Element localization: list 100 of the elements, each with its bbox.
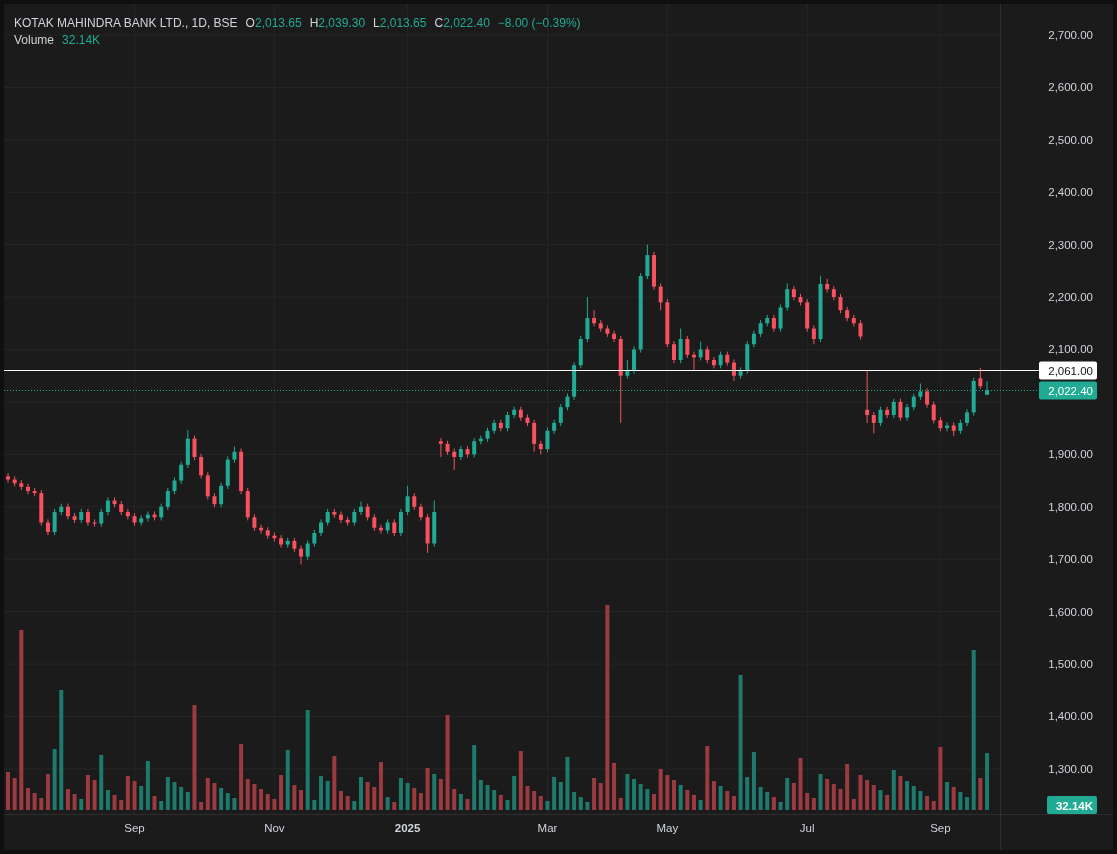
candlestick [359, 501, 363, 516]
candlestick [438, 437, 443, 458]
candlestick [319, 518, 323, 537]
candlestick [878, 406, 883, 427]
ref-line-label: 2,061.00 [1048, 365, 1093, 377]
candlestick [332, 508, 337, 519]
candlestick [72, 512, 77, 524]
candlestick [232, 446, 237, 464]
candlestick [385, 518, 390, 534]
candlestick [758, 319, 763, 338]
candlestick [918, 383, 923, 401]
candlestick [52, 508, 57, 536]
volume-badge: 32.14K [1047, 796, 1097, 814]
candlestick [672, 340, 676, 364]
time-axis-label: May [656, 822, 679, 834]
candlestick [798, 293, 803, 306]
time-axis-label: 2025 [394, 822, 421, 834]
candlestick [838, 293, 843, 314]
price-axis-label: 2,400.00 [1048, 186, 1093, 199]
candlestick [645, 244, 650, 280]
candlestick [465, 445, 470, 458]
candlestick [685, 335, 690, 359]
price-axis-label: 1,800.00 [1048, 500, 1093, 513]
candlestick [525, 414, 530, 427]
candlestick [545, 427, 550, 453]
candlestick [898, 398, 903, 422]
time-axis-label: Mar [537, 822, 558, 834]
ohlc-value: C2,022.40 [434, 16, 490, 30]
candlestick [26, 483, 30, 495]
candlestick [978, 367, 983, 390]
candlestick [192, 435, 197, 461]
price-axis-label: 2,300.00 [1048, 238, 1093, 251]
candlestick [445, 440, 450, 456]
candlestick [485, 427, 490, 443]
price-axis-label: 1,500.00 [1048, 658, 1093, 671]
time-axis-label: Sep [124, 822, 145, 834]
candlestick [312, 529, 317, 548]
candlestick [252, 513, 257, 532]
price-axis-label: 2,700.00 [1048, 28, 1093, 41]
candlestick [272, 531, 277, 542]
candlestick [605, 324, 610, 338]
volume-label: Volume [14, 33, 55, 47]
candlestick [292, 537, 297, 553]
candlestick [12, 475, 17, 487]
price-tag: 2,022.40 [1039, 381, 1097, 400]
candlestick [112, 496, 117, 508]
time-axis-label: Nov [264, 822, 285, 834]
time-axis-label: Jul [799, 822, 815, 834]
candlestick [325, 508, 330, 527]
candlestick [19, 479, 24, 491]
candlestick [32, 487, 37, 497]
candlestick [698, 341, 703, 361]
candlestick [678, 328, 683, 364]
candlestick [92, 518, 97, 528]
price-axis-label: 1,400.00 [1048, 710, 1093, 723]
candlestick [858, 319, 863, 341]
candlestick [405, 485, 410, 516]
price-axis-label: 1,300.00 [1048, 762, 1093, 775]
candlestick [778, 303, 783, 333]
candlestick [738, 366, 743, 380]
candlestick [432, 500, 437, 548]
candlestick [958, 419, 963, 435]
candlestick [665, 298, 670, 348]
candlestick [339, 511, 343, 524]
price-axis-label: 1,600.00 [1048, 605, 1093, 618]
price-axis-label: 2,500.00 [1048, 133, 1093, 146]
ohlc-value: O2,013.65 [245, 16, 302, 30]
candlestick [172, 476, 177, 495]
candlestick [152, 511, 157, 521]
candlestick [585, 296, 590, 343]
candlestick [132, 512, 137, 527]
candlestick [505, 411, 510, 432]
candlestick [692, 351, 696, 371]
candlestick [652, 251, 656, 291]
candlestick [938, 416, 943, 432]
candlestick [365, 503, 370, 521]
price-change: −8.00 (−0.39%) [497, 16, 581, 30]
price-tag: 2,061.00 [1039, 361, 1097, 380]
candlestick [718, 351, 723, 369]
candlestick [985, 380, 989, 396]
ohlc-value: L2,013.65 [373, 16, 427, 30]
volume-value: 32.14K [62, 33, 101, 47]
candlestick [212, 492, 217, 508]
time-axis-label: Sep [930, 822, 951, 834]
price-axis-label: 2,100.00 [1048, 343, 1093, 356]
candlestick [565, 393, 570, 411]
price-axis-label: 2,200.00 [1048, 291, 1093, 304]
price-axis-label: 1,700.00 [1048, 553, 1093, 566]
price-axis-label: 1,900.00 [1048, 448, 1093, 461]
candlestick [425, 513, 430, 554]
price-axis-label: 2,600.00 [1048, 81, 1093, 94]
symbol-title: KOTAK MAHINDRA BANK LTD., 1D, BSE [14, 16, 238, 30]
ohlc-value: H2,039.30 [309, 16, 366, 30]
ref-line-label: 2,022.40 [1048, 385, 1093, 397]
candlestick [352, 508, 357, 527]
candlestick [6, 472, 10, 484]
candlestick [658, 282, 663, 311]
candlestick [818, 275, 823, 343]
candlestick [345, 516, 350, 527]
candlestick [625, 359, 630, 380]
